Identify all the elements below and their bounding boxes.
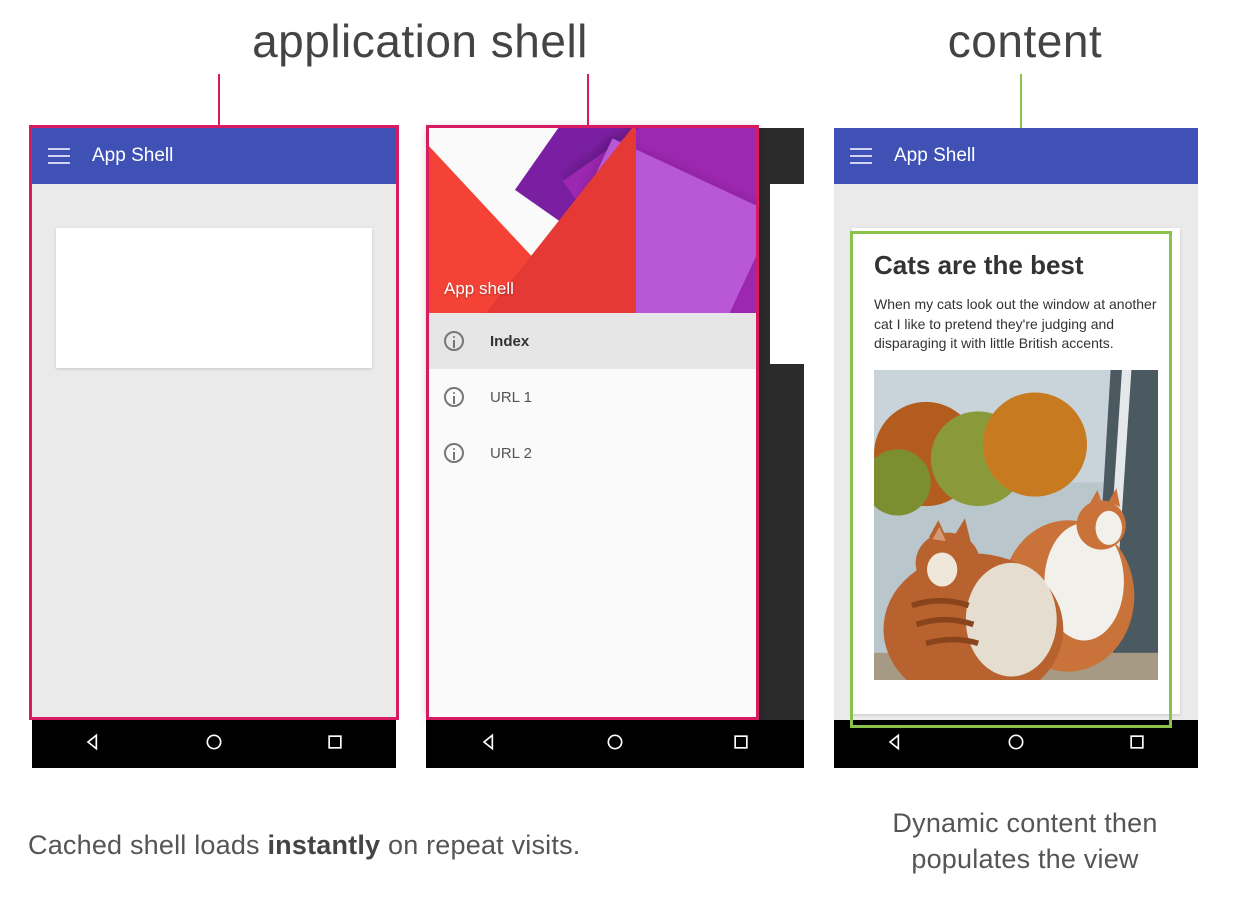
nav-drawer: App shell Index URL 1 URL 2 <box>426 128 756 720</box>
caption-shell-pre: Cached shell loads <box>28 830 267 860</box>
article-body: When my cats look out the window at anot… <box>874 295 1158 354</box>
drawer-item-url1[interactable]: URL 1 <box>426 369 756 425</box>
phone-content-loaded: App Shell Cats are the best When my cats… <box>834 128 1198 768</box>
drawer-item-label: URL 1 <box>490 389 532 406</box>
recents-icon[interactable] <box>325 732 345 757</box>
drawer-item-url2[interactable]: URL 2 <box>426 425 756 481</box>
caption-shell-post: on repeat visits. <box>380 830 580 860</box>
home-icon[interactable] <box>204 732 224 757</box>
hamburger-icon[interactable] <box>850 148 872 164</box>
drawer-item-index[interactable]: Index <box>426 313 756 369</box>
app-title: App Shell <box>92 145 173 167</box>
android-system-bar <box>32 720 396 768</box>
info-icon <box>444 331 464 351</box>
app-bar: App Shell <box>834 128 1198 184</box>
android-system-bar <box>834 720 1198 768</box>
article-photo <box>874 370 1158 680</box>
back-icon[interactable] <box>83 732 103 757</box>
info-icon <box>444 443 464 463</box>
phone-shell-empty: App Shell <box>32 128 396 768</box>
caption-shell-bold: instantly <box>267 830 380 860</box>
article-heading: Cats are the best <box>874 250 1158 281</box>
drawer-hero: App shell <box>426 128 756 313</box>
phone-shell-drawer: App shell Index URL 1 URL 2 <box>426 128 804 768</box>
drawer-item-label: Index <box>490 333 529 350</box>
empty-content-card <box>56 228 372 368</box>
content-card: Cats are the best When my cats look out … <box>852 228 1180 714</box>
drawer-title: App shell <box>444 279 514 299</box>
app-title: App Shell <box>894 145 975 167</box>
home-icon[interactable] <box>605 732 625 757</box>
info-icon <box>444 387 464 407</box>
drawer-item-label: URL 2 <box>490 445 532 462</box>
back-icon[interactable] <box>885 732 905 757</box>
recents-icon[interactable] <box>731 732 751 757</box>
caption-shell: Cached shell loads instantly on repeat v… <box>28 830 668 861</box>
app-bar: App Shell <box>32 128 396 184</box>
caption-content: Dynamic content then populates the view <box>840 805 1210 878</box>
back-icon[interactable] <box>479 732 499 757</box>
label-application-shell: application shell <box>195 14 645 68</box>
android-system-bar <box>426 720 804 768</box>
connector-line <box>218 74 220 128</box>
label-content: content <box>890 14 1160 68</box>
hamburger-icon[interactable] <box>48 148 70 164</box>
connector-line <box>587 74 589 128</box>
recents-icon[interactable] <box>1127 732 1147 757</box>
home-icon[interactable] <box>1006 732 1026 757</box>
drawer-list: Index URL 1 URL 2 <box>426 313 756 481</box>
scrim-backdrop-light <box>770 184 804 364</box>
